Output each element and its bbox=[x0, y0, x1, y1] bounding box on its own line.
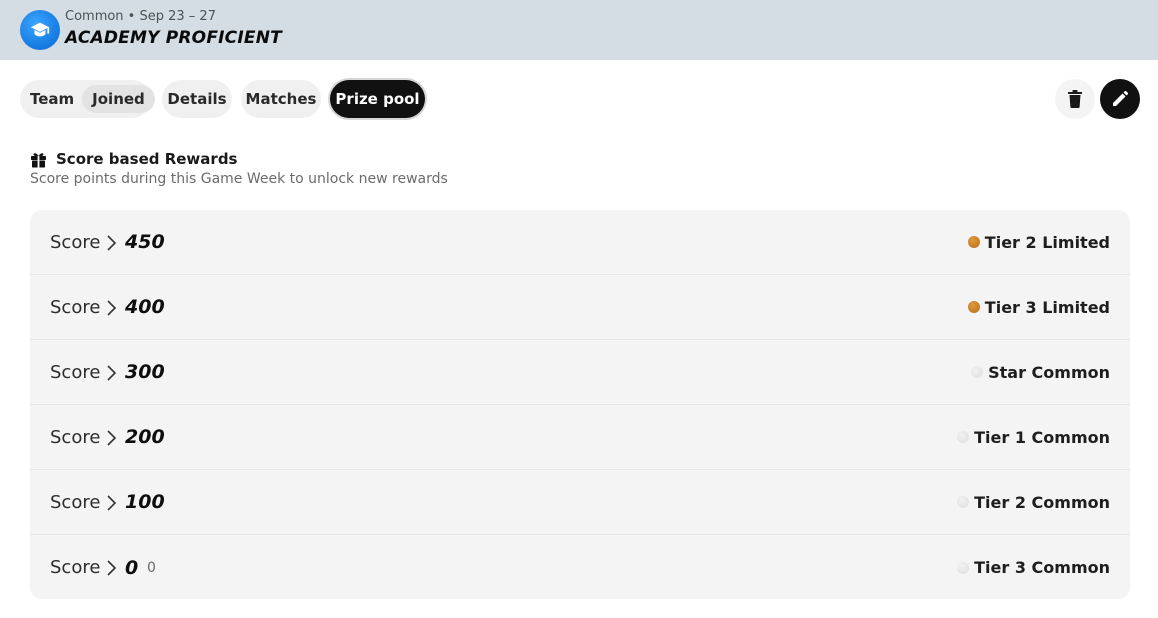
score-label: Score bbox=[50, 557, 101, 578]
reward-item: Star Common bbox=[971, 363, 1110, 382]
reward-row: Score 450 Tier 2 Limited bbox=[30, 210, 1130, 275]
score-label: Score bbox=[50, 296, 101, 318]
reward-label: Tier 2 Limited bbox=[984, 232, 1110, 252]
reward-item: Tier 2 Limited bbox=[967, 232, 1110, 252]
reward-row: Score 0 0 Tier 3 Common bbox=[30, 535, 1130, 599]
chevron-right-icon bbox=[107, 365, 117, 381]
score-threshold: 300 bbox=[125, 361, 165, 383]
reward-item: Tier 3 Limited bbox=[967, 297, 1110, 317]
tab-matches[interactable]: Matches bbox=[241, 80, 321, 118]
score-label: Score bbox=[50, 361, 101, 383]
joined-badge: Joined bbox=[82, 85, 155, 113]
reward-row: Score 200 Tier 1 Common bbox=[30, 405, 1130, 470]
card-rarity-dot bbox=[957, 561, 970, 574]
card-rarity-dot bbox=[957, 431, 970, 443]
competition-meta: Common • Sep 23 – 27 bbox=[65, 9, 216, 24]
edit-button[interactable] bbox=[1100, 79, 1140, 119]
score-extra-value: 0 bbox=[147, 559, 156, 576]
tab-prize-pool[interactable]: Prize pool bbox=[330, 80, 425, 118]
rewards-list: Score 450 Tier 2 Limited Score 400 Tier … bbox=[30, 210, 1130, 599]
score-label: Score bbox=[50, 231, 101, 253]
score-label: Score bbox=[50, 426, 101, 448]
reward-row: Score 400 Tier 3 Limited bbox=[30, 275, 1130, 340]
score-threshold: 450 bbox=[125, 231, 165, 253]
section-title: Score based Rewards bbox=[30, 150, 237, 168]
pencil-icon bbox=[1113, 90, 1129, 106]
score-threshold: 100 bbox=[125, 491, 165, 513]
reward-row: Score 300 Star Common bbox=[30, 340, 1130, 405]
card-rarity-dot bbox=[971, 366, 984, 378]
reward-label: Tier 3 Common bbox=[974, 558, 1110, 577]
score-threshold: 0 bbox=[125, 556, 139, 579]
graduation-cap-icon bbox=[20, 10, 60, 50]
reward-label: Star Common bbox=[988, 362, 1110, 382]
reward-label: Tier 2 Common bbox=[974, 492, 1110, 512]
chevron-right-icon bbox=[107, 300, 117, 316]
card-rarity-dot bbox=[967, 301, 980, 313]
reward-row: Score 100 Tier 2 Common bbox=[30, 470, 1130, 535]
reward-item: Tier 2 Common bbox=[957, 493, 1110, 512]
section-title-text: Score based Rewards bbox=[56, 150, 238, 168]
reward-label: Tier 1 Common bbox=[974, 427, 1110, 447]
score-threshold: 400 bbox=[125, 296, 165, 318]
tab-team-label: Team bbox=[30, 90, 75, 108]
chevron-right-icon bbox=[107, 235, 117, 251]
reward-label: Tier 3 Limited bbox=[984, 297, 1110, 317]
score-label: Score bbox=[50, 491, 101, 513]
delete-button[interactable] bbox=[1055, 79, 1095, 119]
competition-title: ACADEMY PROFICIENT bbox=[65, 28, 282, 48]
tab-details[interactable]: Details bbox=[162, 80, 232, 118]
gift-icon bbox=[30, 151, 47, 168]
tab-team[interactable]: Team Joined bbox=[20, 80, 155, 118]
card-rarity-dot bbox=[967, 236, 980, 248]
section-subtitle: Score points during this Game Week to un… bbox=[30, 171, 448, 187]
chevron-right-icon bbox=[107, 495, 117, 511]
score-threshold: 200 bbox=[125, 426, 165, 448]
reward-item: Tier 1 Common bbox=[957, 428, 1110, 447]
trash-icon bbox=[1068, 90, 1082, 108]
chevron-right-icon bbox=[107, 560, 117, 576]
header-bar: Common • Sep 23 – 27 ACADEMY PROFICIENT bbox=[0, 0, 1158, 60]
reward-item: Tier 3 Common bbox=[957, 558, 1110, 577]
chevron-right-icon bbox=[107, 430, 117, 446]
card-rarity-dot bbox=[957, 496, 970, 508]
